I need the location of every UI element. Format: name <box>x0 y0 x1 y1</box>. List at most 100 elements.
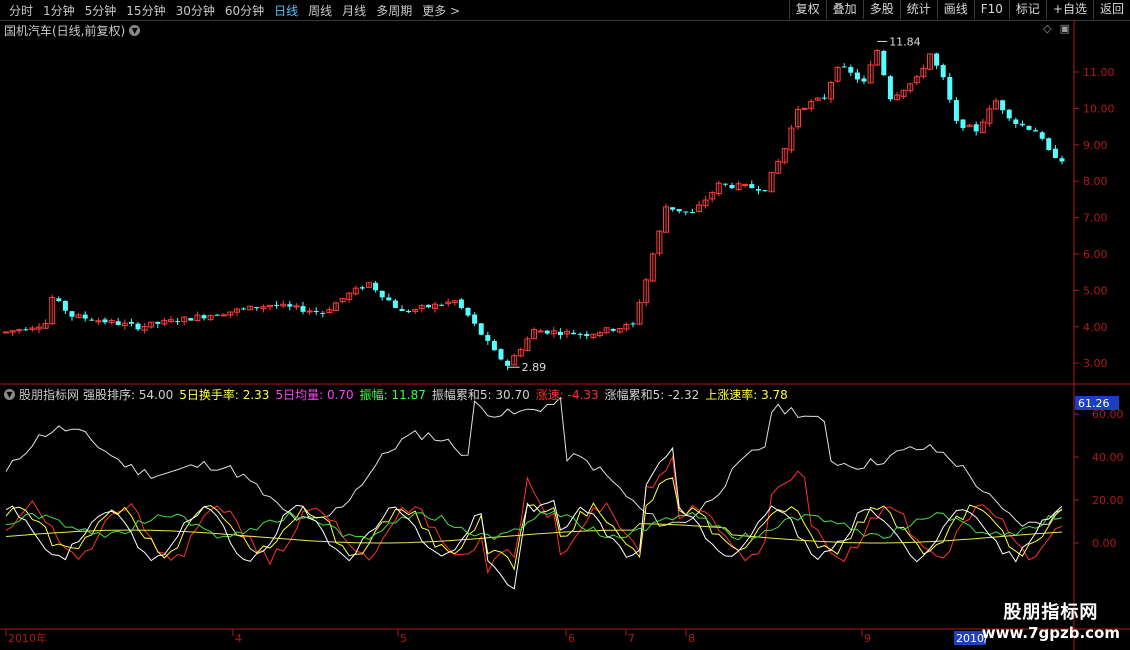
candle-body <box>36 326 42 330</box>
candle-body <box>511 355 518 366</box>
candle-body <box>254 307 260 309</box>
period-tab-6[interactable]: 日线 <box>269 2 303 19</box>
price-tick-label-6: 5.00 <box>1083 284 1108 297</box>
period-tab-5[interactable]: 60分钟 <box>220 2 269 19</box>
toolbar-button-4[interactable]: 画线 <box>936 0 974 19</box>
candle-body <box>768 171 775 193</box>
candle-body <box>379 290 385 298</box>
candle-body <box>247 305 254 311</box>
candle-body <box>472 314 478 324</box>
candle-body <box>867 64 874 84</box>
chevron-down-icon[interactable]: ▼ <box>129 25 141 36</box>
candle-body <box>597 332 603 336</box>
candle-body <box>683 211 689 213</box>
period-tab-10[interactable]: 更多 > <box>417 2 465 19</box>
candle-body <box>168 319 174 322</box>
candle-body <box>775 160 782 174</box>
indicator-values: 强股排序: 54.00 5日换手率: 2.33 5日均量: 0.70 振幅: 11.8… <box>83 386 788 403</box>
candle-body <box>23 329 29 331</box>
candle-body <box>102 319 108 323</box>
period-tab-2[interactable]: 5分钟 <box>80 2 122 19</box>
price-tick-label-7: 4.00 <box>1083 321 1108 334</box>
candle-body <box>821 97 827 99</box>
series-green <box>5 510 1063 541</box>
candle-body <box>927 53 933 70</box>
candle-body <box>636 302 643 325</box>
current-value-badge <box>1075 396 1119 410</box>
candle-body <box>207 315 214 321</box>
candle-body <box>1052 148 1058 158</box>
candle-body <box>881 50 887 76</box>
candle-body <box>175 321 181 323</box>
toolbar-button-3[interactable]: 统计 <box>899 0 937 19</box>
candle-body <box>742 183 749 186</box>
candle-body <box>854 72 860 80</box>
series-white-fast <box>5 446 1063 590</box>
candle-body <box>953 100 959 121</box>
candle-body <box>643 279 650 303</box>
candle-body <box>861 78 867 82</box>
candle-body <box>531 329 537 340</box>
candle-body <box>418 305 425 309</box>
candle-body <box>1026 125 1032 130</box>
candle-body <box>386 297 392 301</box>
candle-body <box>29 327 36 331</box>
candle-body <box>155 321 161 324</box>
watermark: 股朋指标网 www.7gpzb.com <box>982 598 1120 642</box>
stock-title: 国机汽车(日线,前复权) <box>4 24 126 38</box>
watermark-url: www.7gpzb.com <box>981 624 1120 642</box>
candle-body <box>95 320 102 323</box>
indicator-header: ▼ 股朋指标网 强股排序: 54.00 5日换手率: 2.33 5日均量: 0.70… <box>4 386 788 403</box>
candle-body <box>749 184 755 189</box>
candle-body <box>16 329 23 332</box>
candle-body <box>584 334 590 337</box>
candle-body <box>406 310 412 313</box>
chevron-down-icon[interactable]: ▼ <box>4 389 15 400</box>
date-label-2: 5 <box>400 632 407 645</box>
candle-body <box>986 108 993 124</box>
candle-body <box>346 292 353 300</box>
period-tab-4[interactable]: 30分钟 <box>171 2 220 19</box>
period-tab-7[interactable]: 周线 <box>303 2 337 19</box>
series-red <box>5 455 1063 575</box>
period-tab-9[interactable]: 多周期 <box>371 2 417 19</box>
indicator-name: 股朋指标网 <box>19 388 80 402</box>
toolbar-button-1[interactable]: 叠加 <box>825 0 863 19</box>
ind-tick-label-2: 20.00 <box>1092 494 1124 507</box>
indicator-item-6: 涨幅累和5: -2.32 <box>604 388 700 402</box>
period-tab-1[interactable]: 1分钟 <box>38 2 80 19</box>
period-tab-0[interactable]: 分时 <box>4 2 38 19</box>
window-icon[interactable]: ▣ <box>1060 22 1070 35</box>
candle-body <box>234 308 240 313</box>
diamond-icon[interactable]: ◇ <box>1043 22 1051 35</box>
toolbar-button-7[interactable]: +自选 <box>1045 0 1093 19</box>
candle-body <box>352 287 359 295</box>
price-tick-label-3: 8.00 <box>1083 175 1108 188</box>
toolbar-button-8[interactable]: 返回 <box>1092 0 1130 19</box>
candle-body <box>320 312 326 314</box>
candle-body <box>478 323 484 335</box>
period-tab-3[interactable]: 15分钟 <box>121 2 170 19</box>
candle-body <box>366 282 372 288</box>
price-tick-label-4: 7.00 <box>1083 212 1108 225</box>
toolbar-button-0[interactable]: 复权 <box>788 0 826 19</box>
candle-body <box>663 206 669 233</box>
candle-body <box>260 306 267 309</box>
toolbar-button-5[interactable]: F10 <box>973 0 1009 19</box>
candle-body <box>75 314 82 318</box>
toolbar-button-6[interactable]: 标记 <box>1008 0 1046 19</box>
candle-body <box>293 305 300 308</box>
candle-body <box>432 303 438 309</box>
candle-body <box>814 97 821 101</box>
candle-body <box>762 190 768 192</box>
kline-chart[interactable]: 11.00 10.00 9.00 8.00 7.00 6.00 5.00 4.00 3.00 11… <box>0 0 1130 650</box>
watermark-title: 股朋指标网 <box>1003 602 1099 623</box>
indicator-item-2: 5日均量: 0.70 <box>275 388 354 402</box>
candle-body <box>577 333 583 335</box>
candle-body <box>571 332 577 335</box>
candle-body <box>326 309 333 313</box>
candle-body <box>517 349 524 357</box>
period-tab-8[interactable]: 月线 <box>337 2 371 19</box>
candle-body <box>729 184 735 189</box>
toolbar-button-2[interactable]: 多股 <box>862 0 900 19</box>
